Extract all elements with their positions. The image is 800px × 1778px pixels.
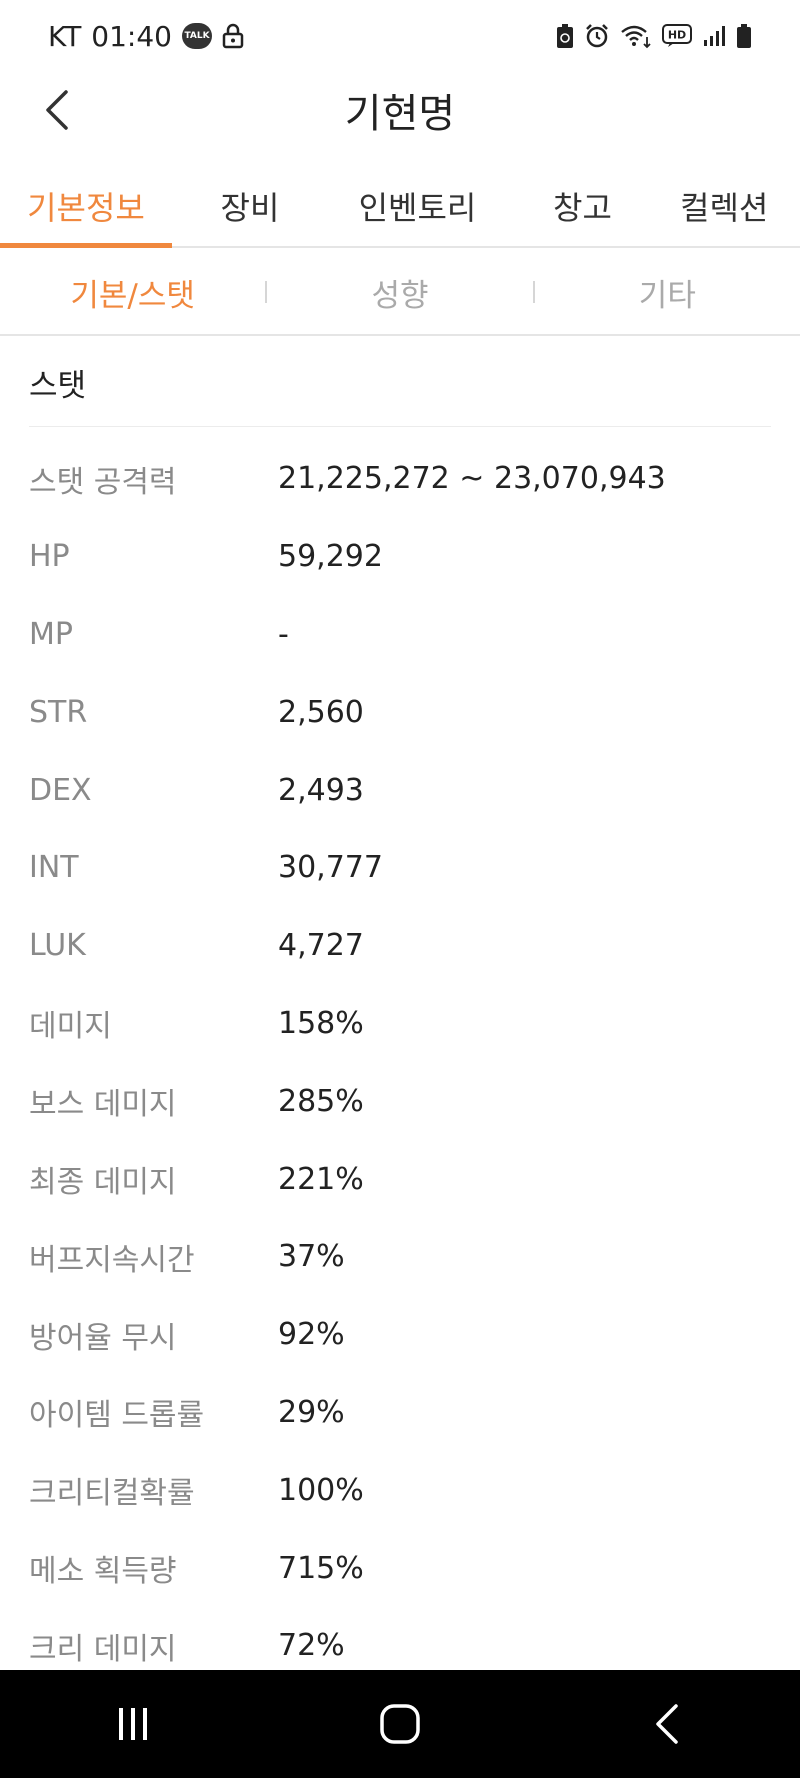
subtab-etc[interactable]: 기타 <box>535 270 800 315</box>
hd-voice-icon: HD <box>662 24 692 48</box>
system-back-button[interactable] <box>607 1684 727 1764</box>
subtab-disposition[interactable]: 성향 <box>267 270 532 315</box>
back-arrow-icon <box>655 1704 678 1744</box>
app-header: 기현명 <box>0 72 800 148</box>
signal-icon <box>702 24 726 48</box>
stat-value: 29% <box>278 1394 345 1430</box>
stat-row: MP - <box>0 596 800 674</box>
alarm-icon <box>584 23 610 49</box>
status-bar: KT 01:40 TALK HD <box>0 0 800 72</box>
stat-label: 데미지 <box>29 1009 112 1045</box>
section-title: 스탯 <box>29 338 771 427</box>
stat-value: 715% <box>278 1550 364 1586</box>
stat-label: 버프지속시간 <box>29 1242 195 1278</box>
battery-icon <box>736 23 752 49</box>
stat-row: 방어율 무시 92% <box>0 1296 800 1374</box>
stat-row: INT 30,777 <box>0 829 800 907</box>
stat-label: 스탯 공격력 <box>29 464 177 500</box>
stat-value: 2,493 <box>278 772 364 808</box>
stat-row: 최종 데미지 221% <box>0 1140 800 1218</box>
status-right: HD <box>556 23 752 49</box>
stat-label: MP <box>29 616 73 652</box>
system-nav-bar <box>0 1670 800 1778</box>
stat-row: 데미지 158% <box>0 985 800 1063</box>
recent-apps-button[interactable] <box>73 1684 193 1764</box>
main-tabs: 기본정보 장비 인벤토리 창고 컬렉션 <box>0 166 800 248</box>
page-title: 기현명 <box>344 91 456 137</box>
stat-row: LUK 4,727 <box>0 907 800 985</box>
stat-label: STR <box>29 694 88 730</box>
chevron-left-icon <box>46 90 68 130</box>
stat-label: 크리 데미지 <box>29 1631 177 1667</box>
stat-row: 크리티컬확률 100% <box>0 1451 800 1529</box>
stat-label: 크리티컬확률 <box>29 1476 195 1512</box>
stat-row: STR 2,560 <box>0 673 800 751</box>
lock-icon <box>222 23 244 49</box>
stat-value: 72% <box>278 1628 345 1664</box>
stat-value: 59,292 <box>278 539 383 575</box>
stat-value: 37% <box>278 1239 345 1275</box>
stat-label: LUK <box>29 928 86 964</box>
stat-value: 285% <box>278 1083 364 1119</box>
tab-basic-info[interactable]: 기본정보 <box>0 166 172 248</box>
tab-collection[interactable]: 컬렉션 <box>680 166 800 246</box>
wifi-icon <box>620 23 652 49</box>
hd-badge-text: HD <box>668 29 686 42</box>
stat-value: 4,727 <box>278 928 364 964</box>
stat-label: 보스 데미지 <box>29 1087 177 1123</box>
stat-row: DEX 2,493 <box>0 751 800 829</box>
tab-storage[interactable]: 창고 <box>525 166 640 246</box>
status-left: KT 01:40 TALK <box>48 20 244 53</box>
stat-value: 100% <box>278 1472 364 1508</box>
stat-label: INT <box>29 850 79 886</box>
home-button[interactable] <box>340 1684 460 1764</box>
stat-value: - <box>278 616 289 652</box>
tab-inventory[interactable]: 인벤토리 <box>340 166 495 246</box>
stat-value: 21,225,272 ~ 23,070,943 <box>278 461 666 497</box>
home-icon <box>380 1704 420 1744</box>
stat-value: 30,777 <box>278 850 383 886</box>
stats-list: 스탯 공격력 21,225,272 ~ 23,070,943 HP 59,292 M… <box>0 440 800 1685</box>
stat-label: 최종 데미지 <box>29 1165 177 1201</box>
stat-label: DEX <box>29 772 92 808</box>
stat-row: 버프지속시간 37% <box>0 1218 800 1296</box>
kakaotalk-icon: TALK <box>182 23 212 49</box>
stat-row: 보스 데미지 285% <box>0 1062 800 1140</box>
stat-value: 2,560 <box>278 694 364 730</box>
stat-value: 92% <box>278 1317 345 1353</box>
tab-equipment[interactable]: 장비 <box>190 166 310 246</box>
stat-row: 메소 획득량 715% <box>0 1529 800 1607</box>
stat-row: 스탯 공격력 21,225,272 ~ 23,070,943 <box>0 440 800 518</box>
stat-label: 아이템 드롭률 <box>29 1398 205 1434</box>
stat-value: 221% <box>278 1161 364 1197</box>
back-button[interactable] <box>28 82 84 138</box>
stat-label: 방어율 무시 <box>29 1320 177 1356</box>
stat-label: 메소 획득량 <box>29 1554 177 1590</box>
carrier-label: KT <box>48 19 82 53</box>
recent-apps-icon <box>119 1708 148 1740</box>
sub-tabs: 기본/스탯 성향 기타 <box>0 250 800 336</box>
battery-saver-icon <box>556 23 574 49</box>
stat-label: HP <box>29 539 70 575</box>
stat-row: HP 59,292 <box>0 518 800 596</box>
stat-row: 아이템 드롭률 29% <box>0 1374 800 1452</box>
stat-value: 158% <box>278 1005 364 1041</box>
clock-time: 01:40 <box>91 19 172 53</box>
subtab-basic-stats[interactable]: 기본/스탯 <box>0 270 265 315</box>
